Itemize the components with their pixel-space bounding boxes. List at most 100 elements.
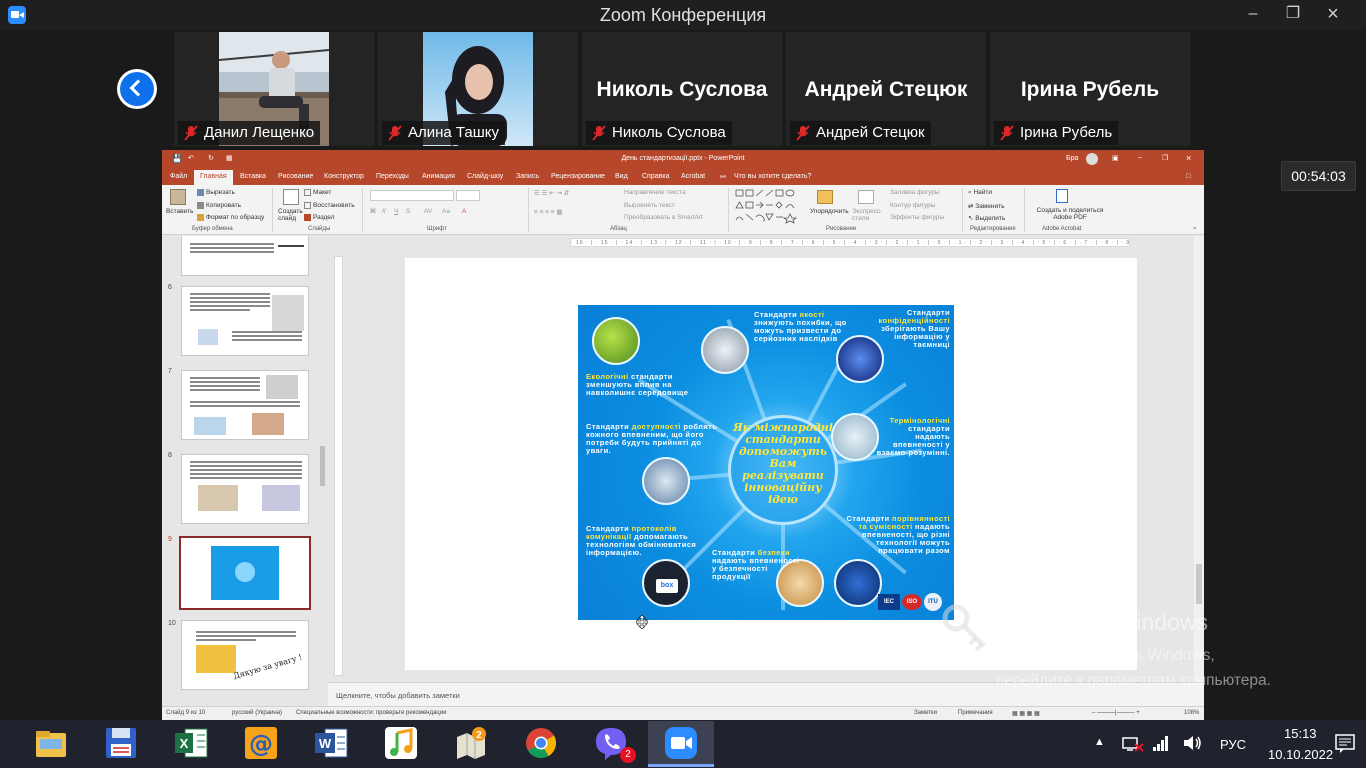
taskbar-save-app[interactable] — [88, 721, 154, 767]
participant-name: Ірина Рубель — [1020, 124, 1113, 141]
text-direction-button[interactable]: Направление текста — [624, 189, 686, 196]
signal-icon[interactable] — [1152, 734, 1170, 752]
tab-draw[interactable]: Рисование — [278, 173, 313, 180]
shapes-gallery[interactable] — [734, 188, 804, 224]
close-button[interactable]: × — [1310, 0, 1356, 30]
notification-icon[interactable] — [1334, 732, 1356, 754]
arrange-button[interactable]: Упорядочить — [810, 208, 849, 215]
format-painter-button[interactable]: Формат по образцу — [197, 214, 264, 221]
slide-thumbnail[interactable] — [181, 236, 309, 276]
zoom-slider[interactable]: – ———|——— + — [1092, 710, 1140, 716]
view-buttons[interactable]: ▦ ▦ ▦ ▦ — [1012, 710, 1040, 717]
tab-slideshow[interactable]: Слайд-шоу — [467, 173, 503, 180]
taskbar-zoom[interactable] — [648, 721, 714, 767]
shape-fill-button[interactable]: Заливка фигуры — [890, 189, 940, 196]
clock-date[interactable]: 10.10.2022 — [1268, 747, 1333, 762]
copy-button[interactable]: Копировать — [197, 202, 241, 209]
tab-file[interactable]: Файл — [170, 173, 187, 180]
infographic-image[interactable]: Як міжнародні стандарти допоможуть Вам р… — [578, 305, 954, 620]
reset-button[interactable]: Восстановить — [304, 202, 355, 209]
tab-transitions[interactable]: Переходы — [376, 173, 409, 180]
tab-record[interactable]: Запись — [516, 173, 539, 180]
participant-tile[interactable]: Андрей Стецюк Андрей Стецюк — [786, 32, 986, 146]
taskbar-mail[interactable]: @ — [228, 721, 294, 767]
excel-icon: X — [175, 728, 208, 758]
notes-toggle[interactable]: Заметки — [914, 710, 937, 716]
participant-tile[interactable]: Алина Ташку — [378, 32, 578, 146]
shape-effects-button[interactable]: Эффекты фигуры — [890, 214, 944, 221]
tab-animations[interactable]: Анимация — [422, 173, 455, 180]
cut-button[interactable]: Вырезать — [197, 189, 235, 196]
smartart-button[interactable]: Преобразовать в SmartArt — [624, 214, 703, 221]
change-case-button[interactable]: Aa — [442, 208, 450, 215]
slide-thumbnail[interactable]: Дякую за увагу ! — [181, 620, 309, 690]
strikethrough-button[interactable]: S — [406, 208, 410, 215]
replace-button[interactable]: ⇄ Заменить — [968, 202, 1004, 210]
close-icon[interactable]: × — [1186, 153, 1191, 163]
paste-button[interactable]: Вставить — [166, 208, 194, 215]
participant-tile[interactable]: Ірина Рубель Ірина Рубель — [990, 32, 1190, 146]
restore-icon[interactable]: ❐ — [1162, 154, 1168, 162]
taskbar-viber[interactable]: 2 — [578, 721, 644, 767]
slide-thumbnail[interactable] — [181, 454, 309, 524]
char-spacing-button[interactable]: AV — [424, 208, 432, 215]
font-size-select[interactable] — [456, 190, 480, 201]
underline-button[interactable]: Ч — [394, 208, 398, 215]
taskbar-explorer[interactable] — [18, 721, 84, 767]
bullets-button[interactable]: ☰ ☰ ⇤ ⇥ ⇵ — [534, 189, 569, 197]
input-language[interactable]: РУС — [1220, 737, 1246, 752]
accessibility-status[interactable]: Специальные возможности: проверьте реком… — [296, 710, 446, 716]
thumbnails-scrollbar[interactable] — [318, 236, 327, 706]
tab-acrobat[interactable]: Acrobat — [681, 173, 705, 180]
slide-thumbnail-selected[interactable] — [179, 536, 311, 610]
tab-view[interactable]: Вид — [615, 173, 628, 180]
quick-styles-button[interactable]: Экспресс-стили — [852, 208, 882, 222]
align-text-button[interactable]: Выровнять текст — [624, 202, 675, 209]
tell-me-search[interactable]: Что вы хотите сделать? — [734, 173, 811, 180]
comments-icon[interactable]: □ — [1186, 173, 1190, 180]
language-status[interactable]: русский (Украина) — [232, 710, 282, 716]
eco-bubble — [592, 317, 640, 365]
layout-button[interactable]: Макет — [304, 189, 331, 196]
slide-thumbnail[interactable] — [181, 286, 309, 356]
box-logo: box — [656, 579, 678, 593]
align-buttons[interactable]: ≡ ≡ ≡ ≡ ▦ — [534, 208, 563, 216]
font-color-button[interactable]: A — [462, 208, 466, 215]
taskbar-music[interactable] — [368, 721, 434, 767]
volume-icon[interactable] — [1182, 734, 1202, 752]
select-button[interactable]: ↖ Выделить — [968, 214, 1005, 222]
create-share-pdf-button[interactable]: Создать и поделиться Adobe PDF — [1030, 207, 1110, 221]
taskbar-maps[interactable]: 2 — [438, 721, 504, 767]
comments-toggle[interactable]: Примечания — [958, 710, 993, 716]
user-name[interactable]: Бра — [1066, 155, 1078, 162]
tray-overflow-icon[interactable]: ▲ — [1094, 736, 1105, 748]
section-button[interactable]: Раздел — [304, 214, 334, 221]
taskbar-word[interactable]: W — [298, 721, 364, 767]
bold-button[interactable]: Ж — [370, 208, 376, 215]
tab-home[interactable]: Главная — [194, 170, 233, 185]
taskbar-chrome[interactable] — [508, 721, 574, 767]
tab-help[interactable]: Справка — [642, 173, 669, 180]
taskbar-excel[interactable]: X — [158, 721, 224, 767]
avatar[interactable] — [1086, 153, 1098, 165]
font-name-select[interactable] — [370, 190, 454, 201]
tab-insert[interactable]: Вставка — [240, 173, 266, 180]
clock-time[interactable]: 15:13 — [1284, 726, 1317, 741]
shape-outline-button[interactable]: Контур фигуры — [890, 202, 935, 209]
collapse-gallery-button[interactable] — [117, 69, 157, 109]
network-disconnected-icon[interactable] — [1122, 736, 1144, 752]
find-button[interactable]: ⌕ Найти — [968, 189, 992, 197]
taskbar: X @ W 2 2 ▲ РУС 15:13 10.10.2022 — [0, 720, 1366, 768]
new-slide-button[interactable]: Создать слайд — [278, 208, 306, 222]
collapse-ribbon-icon[interactable]: ⌃ — [1192, 226, 1197, 234]
ribbon-display-icon[interactable]: ▣ — [1112, 154, 1119, 162]
participant-tile[interactable]: Николь Суслова Николь Суслова — [582, 32, 782, 146]
slide-thumbnail[interactable] — [181, 370, 309, 440]
zoom-level[interactable]: 108% — [1184, 710, 1199, 716]
minimize-icon[interactable]: – — [1138, 154, 1142, 161]
italic-button[interactable]: К — [382, 208, 386, 215]
participant-tile[interactable]: Данил Лещенко — [174, 32, 374, 146]
tab-design[interactable]: Конструктор — [324, 173, 364, 180]
tab-review[interactable]: Рецензирование — [551, 173, 605, 180]
ppt-document-title: День стандартизації.pptx - PowerPoint — [621, 155, 745, 162]
